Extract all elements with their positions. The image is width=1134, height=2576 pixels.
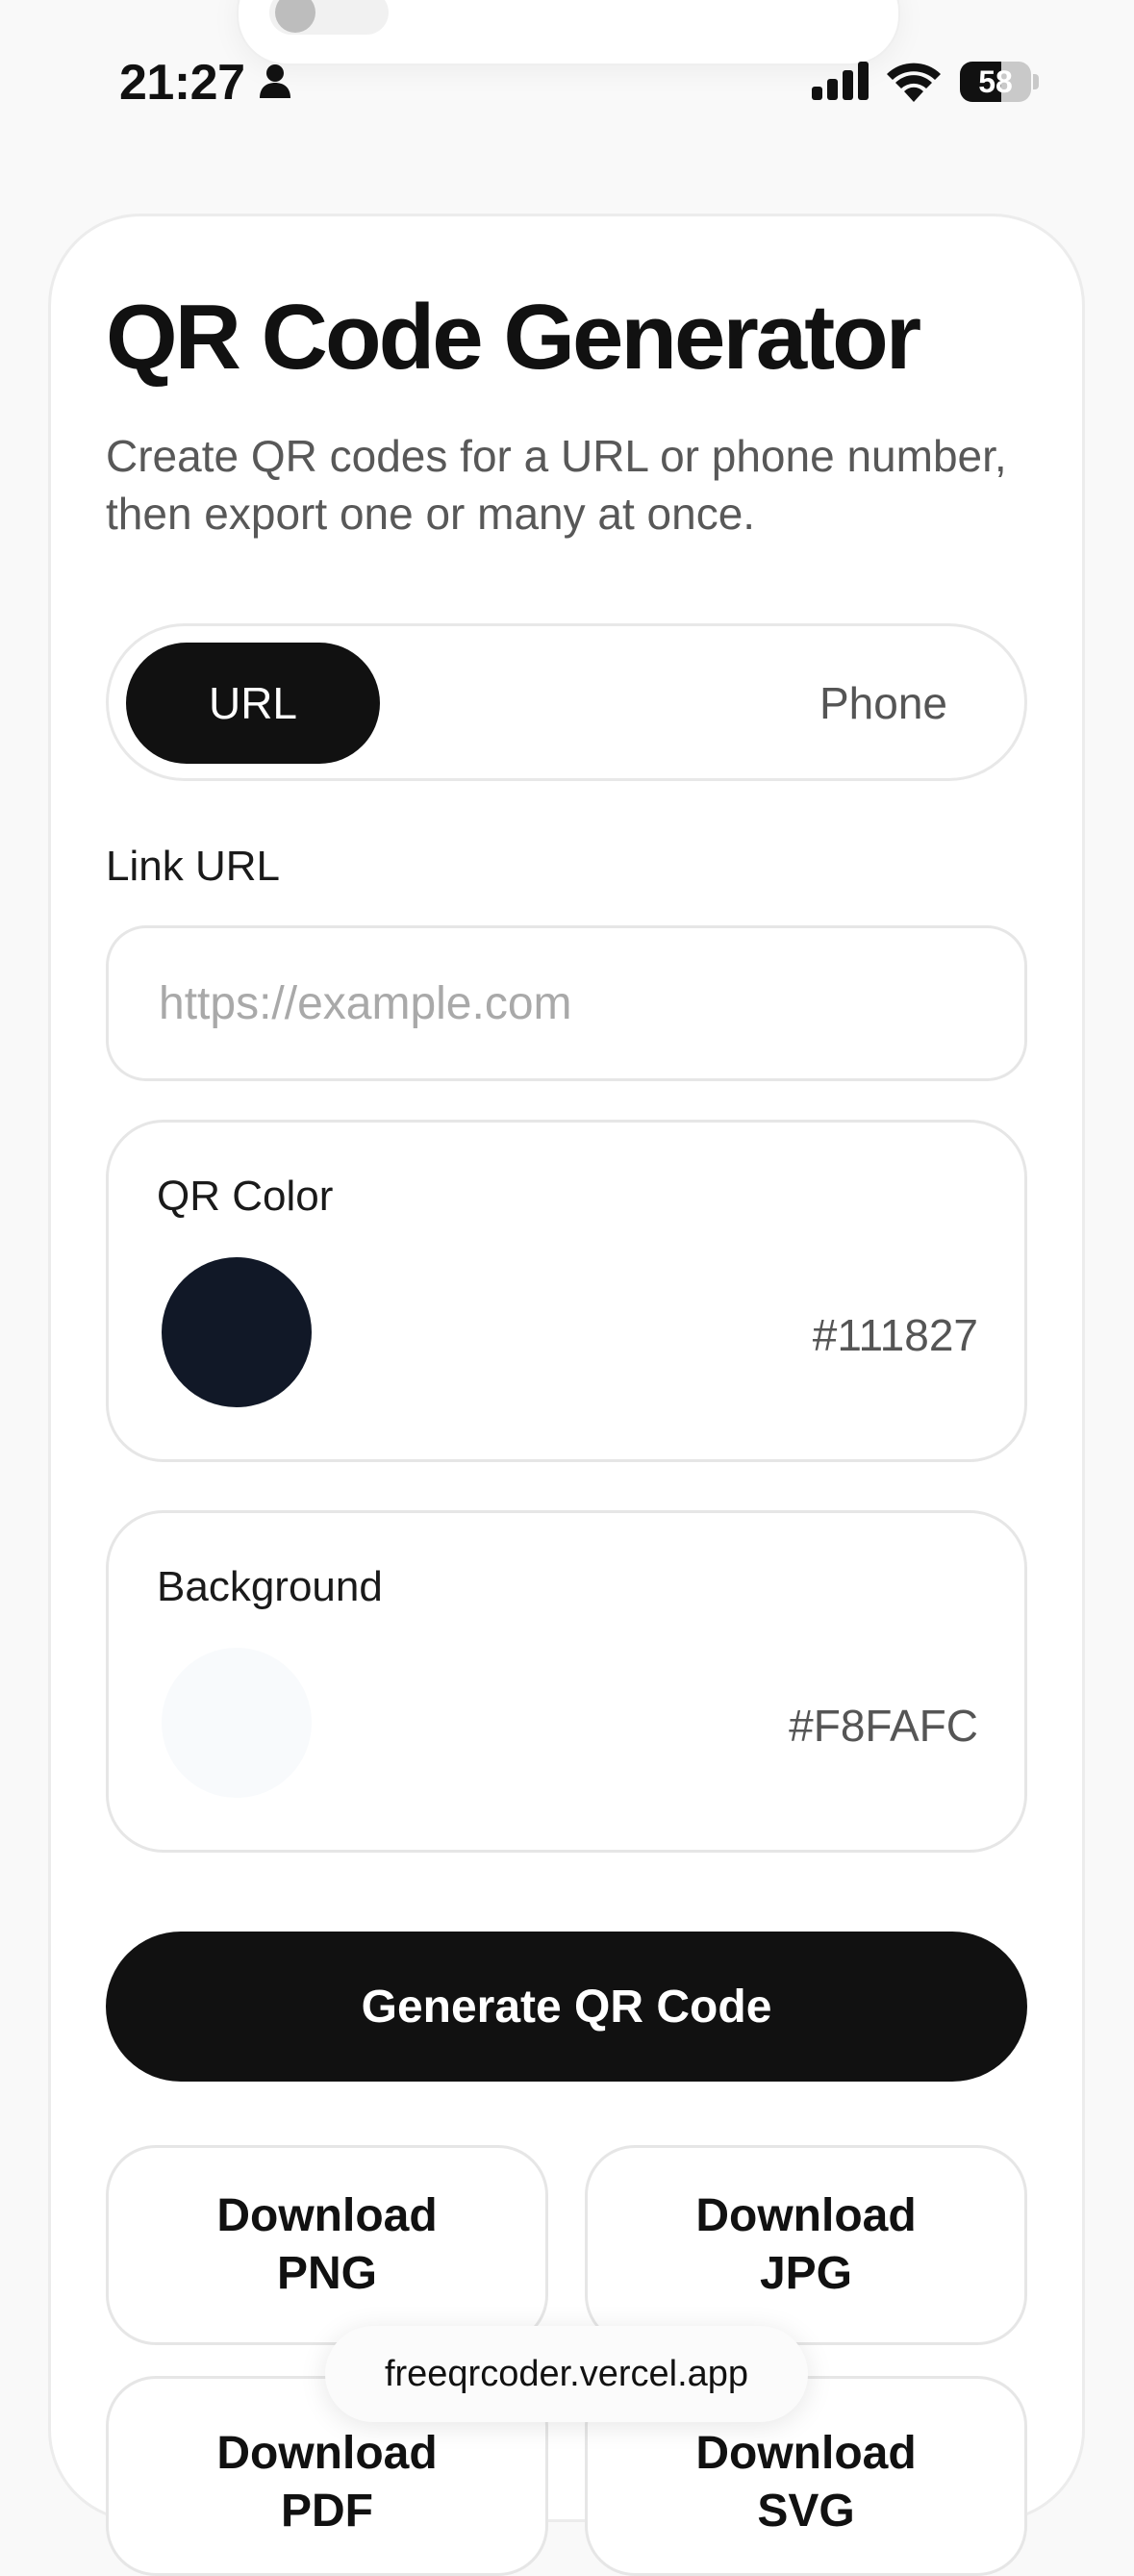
dark-mode-switch[interactable] — [269, 0, 389, 35]
status-time: 21:27 — [119, 55, 245, 111]
qr-color-panel: QR Color #111827 — [106, 1120, 1027, 1462]
qr-color-hex[interactable]: #111827 — [813, 1309, 978, 1361]
switch-knob — [275, 0, 315, 33]
wifi-icon — [887, 63, 941, 102]
status-bar: 21:27 58 — [0, 48, 1134, 115]
mode-segmented-control: URL Phone — [106, 623, 1027, 781]
link-url-input[interactable] — [106, 925, 1027, 1081]
background-color-panel: Background #F8FAFC — [106, 1510, 1027, 1853]
person-icon — [260, 64, 290, 98]
background-color-hex[interactable]: #F8FAFC — [789, 1700, 978, 1752]
tab-phone[interactable]: Phone — [819, 643, 947, 764]
tab-url[interactable]: URL — [126, 643, 380, 764]
page-title: QR Code Generator — [106, 286, 921, 389]
battery-icon: 58 — [960, 62, 1039, 102]
page-subtitle: Create QR codes for a URL or phone numbe… — [106, 431, 1007, 539]
cellular-signal-icon — [812, 62, 869, 100]
generate-qr-button[interactable]: Generate QR Code — [106, 1932, 1027, 2082]
background-color-swatch[interactable] — [162, 1648, 312, 1798]
download-png-button[interactable]: Download PNG — [106, 2145, 548, 2345]
download-jpg-button[interactable]: Download JPG — [585, 2145, 1027, 2345]
qr-color-swatch[interactable] — [162, 1257, 312, 1407]
link-url-label: Link URL — [106, 843, 280, 890]
browser-url-bar[interactable]: freeqrcoder.vercel.app — [325, 2326, 808, 2422]
background-color-label: Background — [157, 1563, 383, 1610]
battery-percent: 58 — [978, 64, 1013, 99]
qr-color-label: QR Color — [157, 1173, 334, 1220]
dark-mode-label: Switch to dark mode — [460, 0, 808, 9]
